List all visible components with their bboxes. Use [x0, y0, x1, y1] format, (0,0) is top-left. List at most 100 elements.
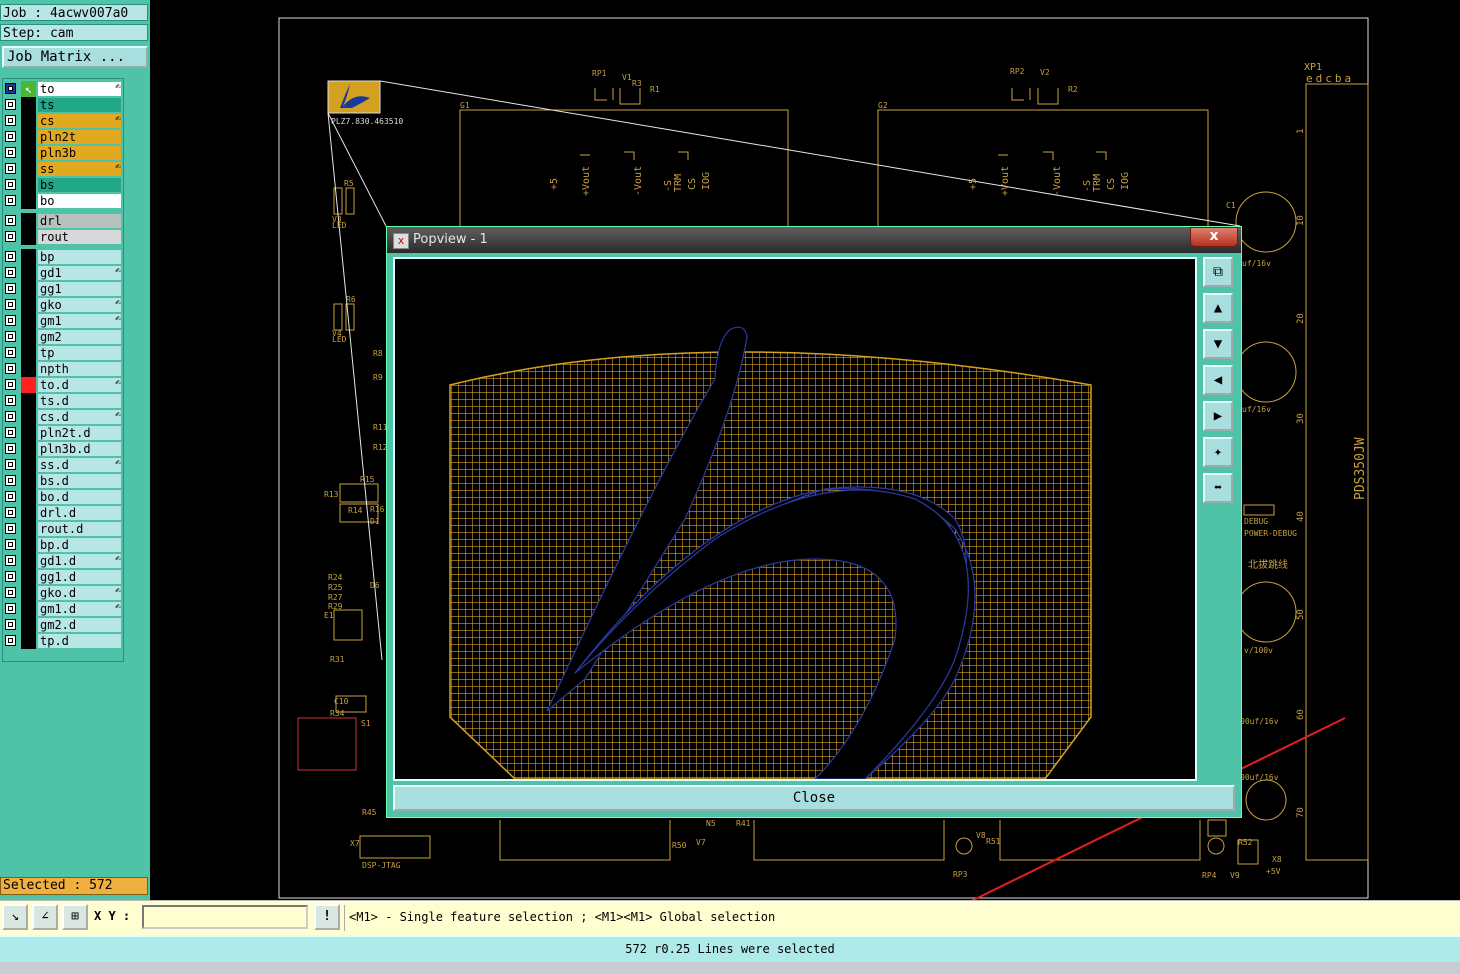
layer-row[interactable]: ts.d: [3, 393, 123, 409]
layer-name[interactable]: rout: [38, 230, 121, 244]
layer-name[interactable]: npth: [38, 362, 121, 376]
layer-checkbox[interactable]: [5, 315, 16, 326]
layer-name[interactable]: gm2.d: [38, 618, 121, 632]
layer-name[interactable]: pln2t.d: [38, 426, 121, 440]
layer-row[interactable]: gko.d ✍: [3, 585, 123, 601]
layer-checkbox[interactable]: [5, 635, 16, 646]
layer-name[interactable]: bs: [38, 178, 121, 192]
layer-row[interactable]: tp: [3, 345, 123, 361]
layer-checkbox[interactable]: [5, 523, 16, 534]
layer-name[interactable]: gm2: [38, 330, 121, 344]
layer-checkbox[interactable]: [5, 443, 16, 454]
zoom-out-icon[interactable]: ⬌: [1203, 473, 1233, 503]
layer-checkbox[interactable]: [5, 215, 16, 226]
layer-row[interactable]: gm2.d: [3, 617, 123, 633]
layer-row[interactable]: drl: [3, 213, 123, 229]
layer-row[interactable]: gd1 ✍: [3, 265, 123, 281]
pan-down-icon[interactable]: ▼: [1203, 329, 1233, 359]
layer-checkbox[interactable]: [5, 131, 16, 142]
layer-checkbox[interactable]: [5, 251, 16, 262]
close-button[interactable]: Close: [393, 785, 1235, 811]
job-matrix-button[interactable]: Job Matrix ...: [2, 46, 148, 68]
zoom-in-icon[interactable]: ✦: [1203, 437, 1233, 467]
layer-name[interactable]: bp.d: [38, 538, 121, 552]
layer-row[interactable]: pln2t: [3, 129, 123, 145]
layer-checkbox[interactable]: [5, 267, 16, 278]
layer-name[interactable]: gd1.d: [38, 554, 121, 568]
layer-checkbox[interactable]: [5, 587, 16, 598]
layer-checkbox[interactable]: [5, 195, 16, 206]
layer-checkbox[interactable]: [5, 427, 16, 438]
layer-row[interactable]: npth: [3, 361, 123, 377]
layer-name[interactable]: ts: [38, 98, 121, 112]
layer-row[interactable]: bo: [3, 193, 123, 209]
xy-input[interactable]: [142, 905, 308, 929]
layer-name[interactable]: gm1.d: [38, 602, 121, 616]
layer-row[interactable]: bs.d: [3, 473, 123, 489]
layer-checkbox[interactable]: [5, 163, 16, 174]
alert-icon[interactable]: !: [314, 904, 340, 930]
layer-name[interactable]: drl.d: [38, 506, 121, 520]
layer-row[interactable]: ss.d ✍: [3, 457, 123, 473]
layer-checkbox[interactable]: [5, 539, 16, 550]
layer-name[interactable]: drl: [38, 214, 121, 228]
layer-name[interactable]: to: [38, 82, 121, 96]
pan-left-icon[interactable]: ◀: [1203, 365, 1233, 395]
layer-name[interactable]: pln2t: [38, 130, 121, 144]
layer-name[interactable]: bs.d: [38, 474, 121, 488]
layer-checkbox[interactable]: [5, 411, 16, 422]
layer-name[interactable]: bo: [38, 194, 121, 208]
layer-checkbox[interactable]: [5, 619, 16, 630]
layer-checkbox[interactable]: [5, 231, 16, 242]
layer-name[interactable]: gg1: [38, 282, 121, 296]
layer-row[interactable]: cs ✍: [3, 113, 123, 129]
layer-checkbox[interactable]: [5, 363, 16, 374]
layer-checkbox[interactable]: [5, 603, 16, 614]
layer-row[interactable]: pln3b: [3, 145, 123, 161]
layer-name[interactable]: gg1.d: [38, 570, 121, 584]
layer-name[interactable]: gko.d: [38, 586, 121, 600]
layer-name[interactable]: pln3b.d: [38, 442, 121, 456]
layer-name[interactable]: bo.d: [38, 490, 121, 504]
layer-row[interactable]: gd1.d ✍: [3, 553, 123, 569]
layer-name[interactable]: cs: [38, 114, 121, 128]
layer-row[interactable]: bp: [3, 249, 123, 265]
layer-row[interactable]: tp.d: [3, 633, 123, 649]
layer-checkbox[interactable]: [5, 283, 16, 294]
layer-name[interactable]: ss.d: [38, 458, 121, 472]
layer-row[interactable]: bp.d: [3, 537, 123, 553]
layer-checkbox[interactable]: [5, 379, 16, 390]
layer-name[interactable]: tp.d: [38, 634, 121, 648]
layer-row[interactable]: gg1.d: [3, 569, 123, 585]
pan-up-icon[interactable]: ▲: [1203, 293, 1233, 323]
layer-name[interactable]: gd1: [38, 266, 121, 280]
layer-name[interactable]: tp: [38, 346, 121, 360]
layer-checkbox[interactable]: [5, 147, 16, 158]
layer-name[interactable]: bp: [38, 250, 121, 264]
grid-icon[interactable]: ⊞: [62, 904, 88, 930]
popview-canvas[interactable]: [393, 257, 1197, 781]
layer-checkbox[interactable]: [5, 555, 16, 566]
layer-checkbox[interactable]: [5, 83, 16, 94]
layer-row[interactable]: drl.d: [3, 505, 123, 521]
layer-checkbox[interactable]: [5, 395, 16, 406]
layer-checkbox[interactable]: [5, 299, 16, 310]
layer-checkbox[interactable]: [5, 115, 16, 126]
layer-row[interactable]: gm1.d ✍: [3, 601, 123, 617]
select-arrow-icon[interactable]: ↘: [2, 904, 28, 930]
layer-checkbox[interactable]: [5, 491, 16, 502]
zoom-fit-icon[interactable]: ⧉: [1203, 257, 1233, 287]
layer-name[interactable]: cs.d: [38, 410, 121, 424]
layer-checkbox[interactable]: [5, 331, 16, 342]
layer-name[interactable]: rout.d: [38, 522, 121, 536]
layer-checkbox[interactable]: [5, 507, 16, 518]
layer-name[interactable]: to.d: [38, 378, 121, 392]
layer-row[interactable]: ↖ to ✍: [3, 81, 123, 97]
layer-row[interactable]: ts: [3, 97, 123, 113]
layer-name[interactable]: gko: [38, 298, 121, 312]
layer-row[interactable]: gm1 ✍: [3, 313, 123, 329]
window-close-button[interactable]: x: [1190, 227, 1238, 247]
layer-row[interactable]: ss ✍: [3, 161, 123, 177]
layer-checkbox[interactable]: [5, 475, 16, 486]
layer-checkbox[interactable]: [5, 459, 16, 470]
